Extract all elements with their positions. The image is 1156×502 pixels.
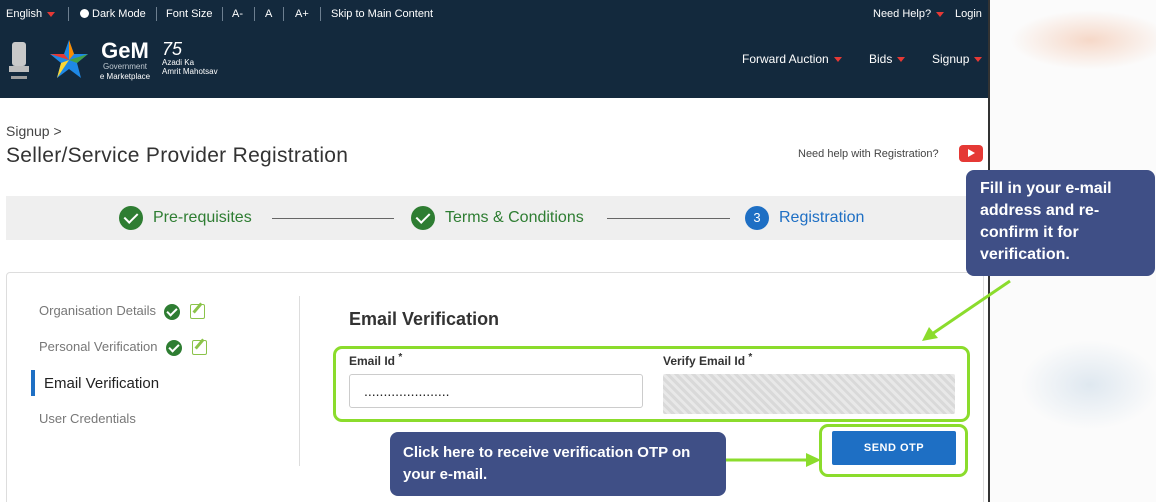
language-select[interactable]: English [6, 8, 56, 20]
sidebar-item-label: Personal Verification [39, 339, 158, 354]
send-otp-button[interactable]: SEND OTP [832, 431, 956, 465]
decor-swoosh [1020, 340, 1156, 430]
azadi-number: 75 [162, 39, 183, 59]
dark-mode-toggle[interactable]: Dark Mode [80, 8, 146, 20]
sidebar-item-email-verification[interactable]: Email Verification [44, 375, 159, 392]
email-label-text: Email Id [349, 354, 396, 368]
divider [222, 7, 223, 21]
chevron-down-icon [936, 11, 945, 17]
nav-bids[interactable]: Bids [869, 52, 906, 66]
nav-label: Signup [932, 52, 970, 66]
email-label: Email Id * [349, 352, 402, 368]
utility-bar: English Dark Mode Font Size A- A A+ Skip… [0, 0, 988, 30]
verify-email-input[interactable] [663, 374, 955, 414]
divider [299, 296, 300, 466]
step-label: Terms & Conditions [445, 209, 584, 227]
step-connector [607, 218, 730, 219]
check-circle-icon [165, 339, 182, 356]
gem-star-logo-icon [50, 40, 88, 78]
font-normal-button[interactable]: A [265, 8, 272, 20]
step-terms[interactable]: Terms & Conditions [411, 206, 584, 230]
required-mark: * [398, 352, 403, 363]
nav-signup[interactable]: Signup [932, 52, 983, 66]
active-indicator [31, 370, 35, 396]
divider [156, 7, 157, 21]
font-size-label: Font Size [166, 8, 213, 20]
azadi-logo: 75 Azadi Ka Amrit Mahotsav [162, 40, 232, 76]
breadcrumb[interactable]: Signup > [6, 123, 62, 139]
sidebar-item-personal-verification[interactable]: Personal Verification [39, 339, 207, 356]
step-registration[interactable]: 3 Registration [745, 206, 864, 230]
sidebar-item-user-credentials[interactable]: User Credentials [39, 411, 136, 426]
step-connector [272, 218, 394, 219]
section-title: Email Verification [349, 309, 500, 329]
azadi-text: Azadi Ka [162, 58, 195, 67]
need-help-menu[interactable]: Need Help? [873, 8, 945, 20]
step-label: Pre-requisites [153, 209, 252, 227]
check-circle-icon [411, 206, 435, 230]
logo-title: GeM [101, 38, 149, 63]
sidebar-item-label: Organisation Details [39, 303, 157, 318]
edit-icon[interactable] [190, 304, 206, 320]
step-label: Registration [779, 209, 865, 227]
logo-sub: e Marketplace [99, 72, 151, 81]
divider [254, 7, 255, 21]
edit-icon[interactable] [191, 340, 207, 356]
language-label: English [6, 8, 43, 20]
callout-email-instruction: Fill in your e-mail address and re-confi… [966, 170, 1155, 276]
chevron-down-icon [833, 57, 842, 63]
page-title: Seller/Service Provider Registration [6, 144, 349, 167]
toggle-dot-icon [80, 9, 89, 18]
browser-screenshot: English Dark Mode Font Size A- A A+ Skip… [0, 0, 990, 502]
divider [283, 7, 284, 21]
site-header: GeM Government e Marketplace 75 Azadi Ka… [0, 30, 988, 98]
callout-send-otp: Click here to receive verification OTP o… [390, 432, 726, 496]
registration-help-text: Need help with Registration? [798, 148, 939, 160]
sidebar-item-organisation-details[interactable]: Organisation Details [39, 303, 206, 320]
check-circle-icon [119, 206, 143, 230]
verify-email-label: Verify Email Id * [663, 352, 752, 368]
chevron-down-icon [974, 57, 983, 63]
skip-to-content-link[interactable]: Skip to Main Content [331, 8, 433, 20]
check-circle-icon [164, 303, 181, 320]
email-input[interactable]: ...................... [349, 374, 643, 408]
login-link[interactable]: Login [955, 8, 982, 20]
divider [68, 7, 69, 21]
font-increase-button[interactable]: A+ [295, 8, 309, 20]
verify-email-label-text: Verify Email Id [663, 354, 746, 368]
required-mark: * [748, 352, 753, 363]
divider [320, 7, 321, 21]
nav-forward-auction[interactable]: Forward Auction [742, 52, 842, 66]
decor-swoosh [1010, 10, 1156, 70]
step-prerequisites[interactable]: Pre-requisites [119, 206, 252, 230]
registration-stepper: Pre-requisites Terms & Conditions 3 Regis… [6, 196, 982, 240]
need-help-label: Need Help? [873, 8, 932, 20]
gem-logo-text: GeM Government e Marketplace [94, 40, 156, 82]
step-number-badge: 3 [745, 206, 769, 230]
emblem-icon [9, 42, 29, 79]
font-decrease-button[interactable]: A- [232, 8, 243, 20]
dark-mode-label: Dark Mode [92, 8, 146, 20]
nav-label: Forward Auction [742, 52, 829, 66]
chevron-down-icon [897, 57, 906, 63]
nav-label: Bids [869, 52, 893, 66]
youtube-play-icon[interactable] [959, 145, 983, 162]
azadi-text: Amrit Mahotsav [162, 67, 218, 76]
chevron-down-icon [47, 11, 56, 17]
logo-sub: Government [102, 62, 148, 71]
